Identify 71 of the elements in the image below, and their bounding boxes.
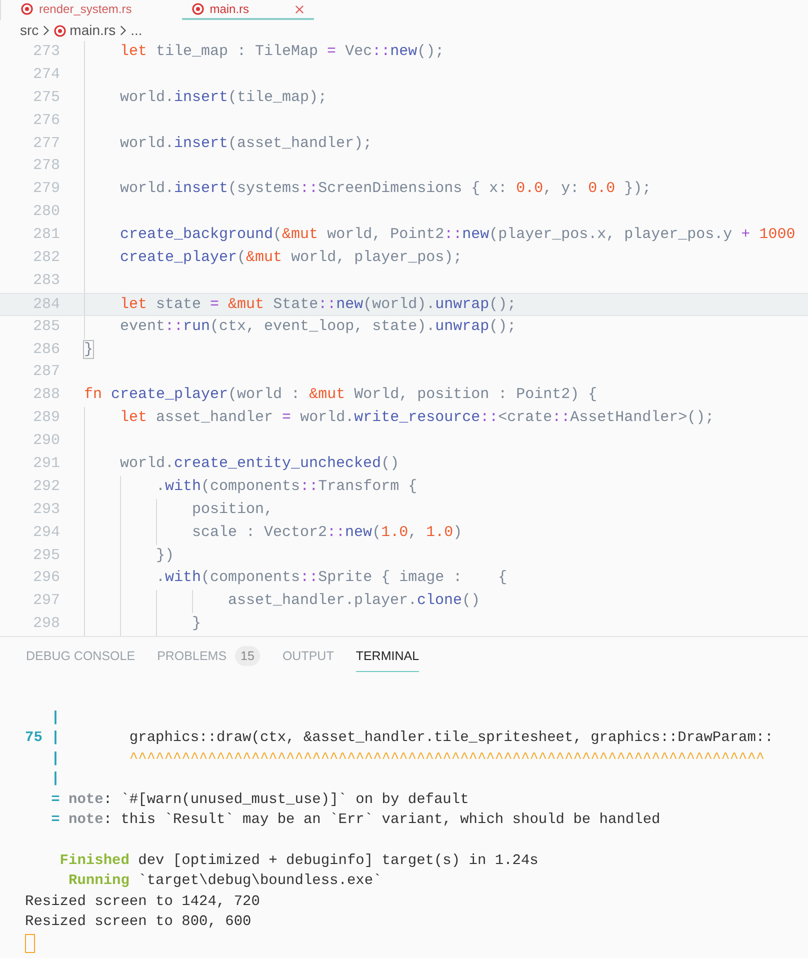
editor-tab[interactable]: render_system.rs bbox=[11, 0, 142, 20]
line-number: 279 bbox=[32, 179, 60, 200]
file-icon bbox=[192, 3, 204, 15]
terminal-line: 75 | graphics::draw(ctx, &asset_handler.tile_spritesheet, graphics::DrawParam:: bbox=[25, 729, 774, 748]
chevron-icon bbox=[120, 25, 127, 36]
close-icon[interactable] bbox=[295, 4, 304, 14]
code-line: create_player(&mut world, player_pos); bbox=[120, 248, 462, 268]
line-number: 295 bbox=[32, 546, 60, 566]
terminal-line: Resized screen to 800, 600 bbox=[25, 912, 252, 932]
code-line: let tile_map : TileMap = Vec::new(); bbox=[120, 42, 444, 62]
line-number: 275 bbox=[32, 88, 60, 108]
code-line: .with(components::Sprite { image : { bbox=[156, 568, 508, 588]
line-number: 298 bbox=[32, 614, 60, 634]
line-number: 296 bbox=[32, 568, 60, 588]
panel-tab[interactable]: PROBLEMS 15 bbox=[157, 640, 260, 674]
line-number: 287 bbox=[32, 362, 60, 382]
line-number: 281 bbox=[32, 225, 60, 246]
code-line: let asset_handler = world.write_resource::<crate::AssetHandler>(); bbox=[120, 408, 714, 428]
line-number: 289 bbox=[32, 408, 60, 428]
breadcrumb-item[interactable]: src bbox=[20, 20, 39, 41]
line-number: 291 bbox=[32, 454, 60, 474]
panel-tab[interactable]: OUTPUT bbox=[282, 640, 334, 672]
line-number: 288 bbox=[32, 385, 60, 406]
code-line: .with(components::Transform { bbox=[156, 476, 418, 497]
terminal-line: | bbox=[50, 709, 61, 728]
line-number: 274 bbox=[32, 64, 60, 85]
terminal-line: = note: `#[warn(unused_must_use)]` on by default bbox=[50, 790, 470, 810]
line-number: 280 bbox=[32, 202, 60, 222]
line-number: 282 bbox=[32, 248, 60, 268]
chevron-icon bbox=[42, 25, 50, 36]
line-number: 283 bbox=[32, 270, 60, 291]
code-line: let state = &mut State::new(world).unwrap(); bbox=[120, 294, 516, 315]
code-line: world.insert(systems::ScreenDimensions { x: 0.0, y: 0.0 }); bbox=[120, 179, 652, 200]
code-line: world.create_entity_unchecked() bbox=[120, 454, 400, 474]
breadcrumb-item[interactable]: main.rs bbox=[70, 20, 116, 41]
line-number: 293 bbox=[32, 500, 60, 520]
terminal-line: = note: this `Result` may be an `Err` variant, which should be handled bbox=[50, 810, 662, 830]
panel-tab[interactable]: DEBUG CONSOLE bbox=[26, 640, 136, 672]
panel-tab[interactable]: TERMINAL bbox=[356, 640, 420, 672]
code-line: world.insert(tile_map); bbox=[120, 88, 328, 108]
line-number: 276 bbox=[32, 110, 60, 131]
line-number: 297 bbox=[32, 591, 60, 612]
terminal-line: Finished dev [optimized + debuginfo] target(s) in 1.24s bbox=[58, 852, 540, 871]
code-line: } bbox=[192, 614, 202, 634]
code-line: }) bbox=[156, 546, 174, 566]
line-number: 277 bbox=[32, 134, 60, 154]
code-line: fn create_player(world : &mut World, position : Point2) { bbox=[84, 385, 598, 406]
line-number: 285 bbox=[32, 316, 60, 337]
line-number: 286 bbox=[32, 340, 60, 360]
count-badge: 15 bbox=[234, 646, 260, 666]
terminal-line: Running `target\debug\boundless.exe` bbox=[68, 872, 383, 892]
line-number: 292 bbox=[32, 476, 60, 497]
file-icon bbox=[21, 3, 33, 15]
rust-file-icon bbox=[54, 24, 66, 36]
terminal-line: | bbox=[50, 770, 61, 790]
code-line: create_background(&mut world, Point2::new(player_pos.x, player_pos.y + 1000 bbox=[120, 225, 796, 246]
line-number: 294 bbox=[32, 522, 60, 543]
code-line: scale : Vector2::new(1.0, 1.0) bbox=[192, 522, 462, 543]
breadcrumb-item[interactable]: ... bbox=[130, 20, 142, 41]
code-line: position, bbox=[192, 500, 274, 520]
terminal-cursor bbox=[25, 934, 35, 954]
code-line: event::run(ctx, event_loop, state).unwrap(); bbox=[120, 316, 516, 337]
line-number: 273 bbox=[32, 42, 60, 62]
code-line: world.insert(asset_handler); bbox=[120, 134, 372, 154]
terminal-line: Resized screen to 1424, 720 bbox=[25, 892, 261, 912]
terminal-line: | ^^^^^^^^^^^^^^^^^^^^^^^^^^^^^^^^^^^^^^^^^^^^^^^^^^^^^^^^^^^^^^^^^^^^^^^^^ bbox=[50, 750, 766, 769]
line-number: 290 bbox=[32, 431, 60, 452]
editor-tab[interactable]: main.rs bbox=[182, 0, 314, 20]
code-line: asset_handler.player.clone() bbox=[228, 591, 480, 612]
line-number: 278 bbox=[32, 156, 60, 176]
code-line: } bbox=[84, 340, 94, 360]
